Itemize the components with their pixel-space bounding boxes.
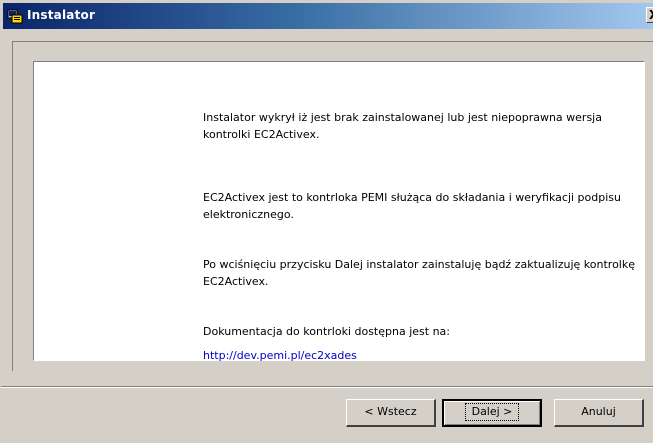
installer-icon: [7, 9, 23, 24]
close-icon: X: [649, 8, 653, 22]
info-paragraph-detected: Instalator wykrył iż jest brak zainstalo…: [203, 111, 602, 141]
docs-link[interactable]: http://dev.pemi.pl/ec2xades: [203, 347, 643, 364]
cancel-button[interactable]: Anuluj: [554, 399, 644, 427]
info-paragraph-docs: Dokumentacja do kontrloki dostępna jest …: [203, 325, 450, 338]
back-button-label: < Wstecz: [364, 405, 417, 418]
info-paragraph-next-action: Po wciśnięciu przycisku Dalej instalator…: [203, 258, 635, 288]
footer-separator-highlight: [1, 387, 653, 388]
info-paragraph-description: EC2Activex jest to kontrloka PEMI służąc…: [203, 191, 621, 221]
back-button[interactable]: < Wstecz: [346, 399, 436, 427]
cancel-button-label: Anuluj: [581, 405, 616, 418]
installer-window: Instalator X Instalator wykrył iż jest b…: [0, 0, 653, 443]
next-button-label: Dalej >: [464, 403, 520, 421]
next-button[interactable]: Dalej >: [442, 399, 542, 427]
close-button[interactable]: X: [646, 7, 653, 23]
title-bar[interactable]: Instalator X: [3, 3, 653, 29]
window-title: Instalator: [27, 8, 96, 22]
